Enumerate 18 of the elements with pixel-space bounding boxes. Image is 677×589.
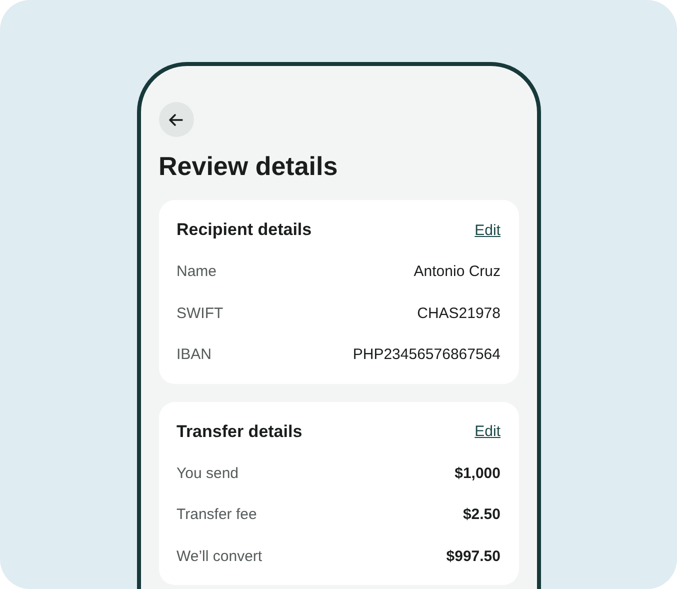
back-button[interactable] <box>158 102 194 137</box>
detail-label: We’ll convert <box>176 548 262 565</box>
card-title: Transfer details <box>176 422 302 442</box>
detail-value: $1,000 <box>454 464 500 482</box>
detail-value: $2.50 <box>462 506 500 524</box>
edit-link[interactable]: Edit <box>474 222 500 238</box>
detail-label: Name <box>176 263 217 280</box>
detail-label: IBAN <box>176 346 212 364</box>
detail-value: PHP23456576867564 <box>352 346 500 364</box>
detail-value: $997.50 <box>446 548 500 565</box>
card-title: Recipient details <box>176 220 312 240</box>
detail-value: Antonio Cruz <box>414 263 500 280</box>
detail-label: SWIFT <box>176 304 224 322</box>
detail-label: Transfer fee <box>176 506 257 524</box>
detail-value: CHAS21978 <box>417 304 500 322</box>
detail-label: You send <box>176 464 239 482</box>
edit-link[interactable]: Edit <box>474 423 500 440</box>
page-title: Review details <box>158 151 339 182</box>
